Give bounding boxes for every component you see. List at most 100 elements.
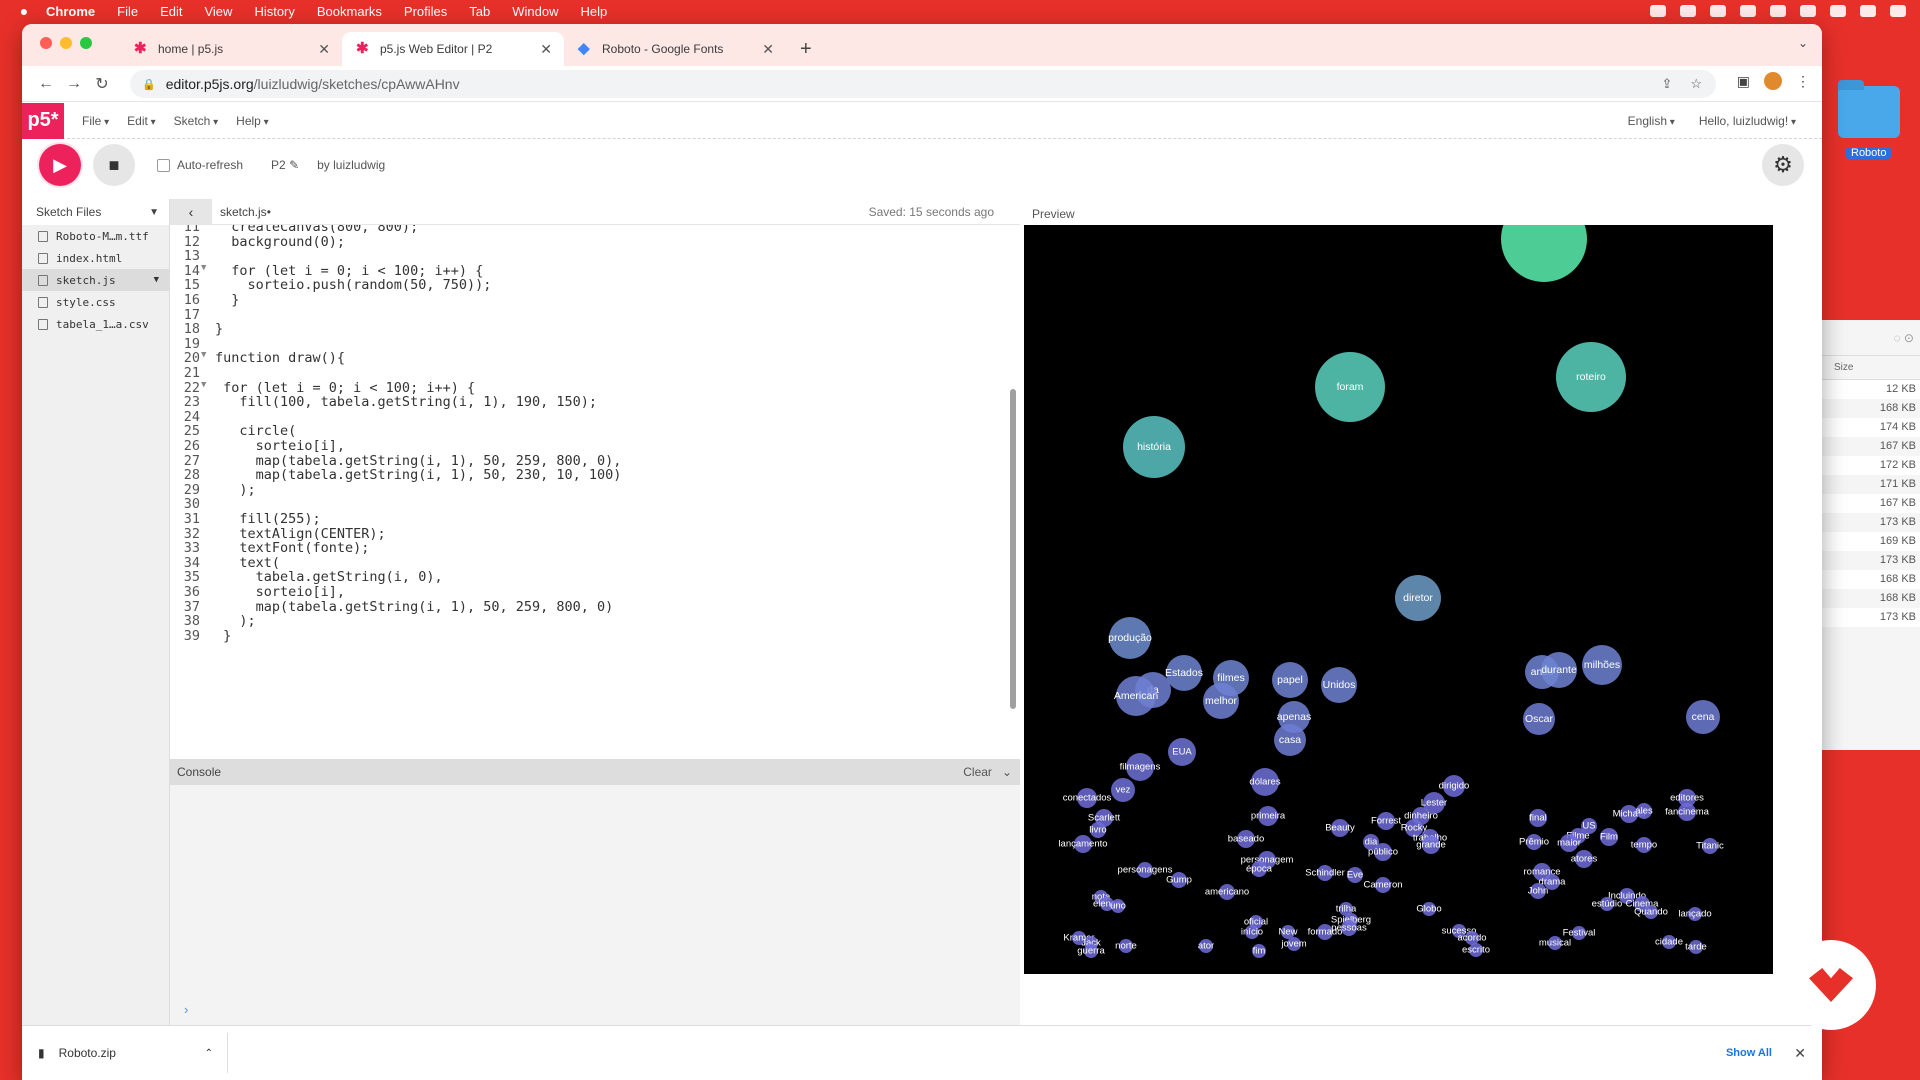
editor-scrollbar[interactable] (1010, 389, 1016, 709)
code-line[interactable]: text( (215, 555, 280, 571)
bookmark-star-icon[interactable]: ☆ (1690, 76, 1702, 92)
file-options-icon[interactable]: ▼ (154, 275, 159, 285)
code-line[interactable]: map(tabela.getString(i, 1), 50, 259, 800… (215, 453, 622, 469)
pencil-icon[interactable]: ✎ (289, 158, 299, 172)
sketch-name[interactable]: P2 ✎ (271, 158, 299, 172)
zoom-window-button[interactable] (80, 37, 92, 49)
close-window-button[interactable] (40, 37, 52, 49)
fold-arrow-icon[interactable]: ▼ (201, 263, 206, 273)
menu-edit[interactable]: Edit (127, 114, 156, 128)
tab-search-chevron-icon[interactable]: ⌄ (1798, 36, 1808, 50)
code-line[interactable]: ); (215, 613, 255, 629)
control-center-icon[interactable] (1890, 5, 1906, 17)
code-line[interactable]: circle( (215, 423, 296, 439)
menubar-item-history[interactable]: History (254, 4, 294, 19)
desktop-folder-label[interactable]: Roboto (1846, 147, 1892, 159)
file-item-font[interactable]: Roboto-M…m.ttf (22, 225, 169, 247)
file-item-index[interactable]: index.html (22, 247, 169, 269)
status-icon[interactable] (1740, 5, 1756, 17)
chevron-down-icon[interactable]: ⌄ (1002, 765, 1012, 779)
code-line[interactable]: sorteio[i], (215, 438, 345, 454)
size-column-header[interactable]: Size (1822, 356, 1920, 380)
menu-help[interactable]: Help (236, 114, 269, 128)
console-clear-button[interactable]: Clear (963, 765, 992, 779)
p5-logo[interactable]: p5* (22, 102, 64, 139)
close-tab-icon[interactable]: ✕ (318, 41, 330, 58)
apple-menu-icon[interactable]: ● (14, 3, 34, 19)
status-icon[interactable] (1710, 5, 1726, 17)
chevron-up-icon[interactable]: ⌃ (205, 1048, 213, 1059)
fold-arrow-icon[interactable]: ▼ (201, 380, 206, 390)
code-line[interactable]: } (215, 628, 231, 644)
close-tab-icon[interactable]: ✕ (540, 41, 552, 58)
code-line[interactable]: map(tabela.getString(i, 1), 50, 259, 800… (215, 599, 614, 615)
side-panel-icon[interactable]: ▣ (1737, 73, 1750, 90)
file-item-csv[interactable]: tabela_1…a.csv (22, 313, 169, 335)
back-icon[interactable]: ← (32, 75, 60, 93)
wifi-icon[interactable] (1830, 5, 1846, 17)
menubar-item-bookmarks[interactable]: Bookmarks (317, 4, 382, 19)
code-line[interactable]: } (215, 292, 239, 308)
menu-sketch[interactable]: Sketch (174, 114, 219, 128)
stop-button[interactable]: ■ (93, 144, 135, 186)
menubar-item-profiles[interactable]: Profiles (404, 4, 447, 19)
file-item-sketch[interactable]: sketch.js ▼ (22, 269, 169, 291)
tab-google-fonts[interactable]: ◆ Roboto - Google Fonts ✕ (564, 32, 786, 66)
code-line[interactable]: fill(100, tabela.getString(i, 1), 190, 1… (215, 394, 597, 410)
profile-avatar[interactable] (1764, 72, 1782, 90)
minimize-window-button[interactable] (60, 37, 72, 49)
download-item[interactable]: ▮ Roboto.zip ⌃ (38, 1033, 228, 1073)
code-line[interactable]: textFont(fonte); (215, 540, 369, 556)
fold-arrow-icon[interactable]: ▼ (201, 350, 206, 360)
address-bar[interactable]: 🔒 editor.p5js.org/luizludwig/sketches/cp… (130, 70, 1716, 98)
close-tab-icon[interactable]: ✕ (762, 41, 774, 58)
code-line[interactable]: sorteio.push(random(50, 750)); (215, 277, 492, 293)
preview-canvas[interactable]: foram roteiro história diretor produção Estad… (1024, 225, 1773, 974)
autorefresh-checkbox[interactable] (157, 158, 170, 172)
code-line[interactable]: for (let i = 0; i < 100; i++) { (215, 380, 475, 396)
code-line[interactable]: for (let i = 0; i < 100; i++) { (215, 263, 483, 279)
code-line[interactable]: sorteio[i], (215, 584, 345, 600)
collapse-sidebar-button[interactable]: ‹ (170, 198, 212, 225)
close-download-bar-icon[interactable]: ✕ (1794, 1045, 1806, 1062)
status-icon[interactable] (1680, 5, 1696, 17)
user-menu[interactable]: Hello, luizludwig! (1699, 114, 1796, 128)
status-icon[interactable] (1770, 5, 1786, 17)
code-line[interactable]: function draw(){ (215, 350, 345, 366)
chevron-down-icon[interactable]: ▼ (149, 207, 159, 218)
kebab-menu-icon[interactable]: ⋮ (1796, 73, 1810, 90)
menubar-item-window[interactable]: Window (512, 4, 558, 19)
code-line[interactable]: fill(255); (215, 511, 320, 527)
menubar-item-chrome[interactable]: Chrome (46, 4, 95, 19)
settings-button[interactable]: ⚙ (1762, 144, 1804, 186)
folder-icon[interactable] (1838, 80, 1900, 138)
menu-file[interactable]: File (82, 114, 109, 128)
menubar-item-file[interactable]: File (117, 4, 138, 19)
code-line[interactable]: ); (215, 482, 255, 498)
play-button[interactable]: ▶ (39, 144, 81, 186)
reload-icon[interactable]: ↻ (88, 74, 116, 94)
code-line[interactable]: tabela.getString(i, 0), (215, 569, 443, 585)
menubar-item-tab[interactable]: Tab (469, 4, 490, 19)
menubar-item-help[interactable]: Help (581, 4, 608, 19)
new-tab-button[interactable]: + (800, 32, 812, 66)
search-icon[interactable] (1860, 5, 1876, 17)
lock-icon[interactable]: 🔒 (142, 78, 156, 91)
code-line[interactable]: } (215, 321, 223, 337)
share-icon[interactable]: ⇪ (1661, 76, 1672, 92)
code-line[interactable]: textAlign(CENTER); (215, 526, 385, 542)
tab-p5-editor[interactable]: ✱ p5.js Web Editor | P2 ✕ (342, 32, 564, 66)
menubar-item-view[interactable]: View (204, 4, 232, 19)
status-icon[interactable] (1650, 5, 1666, 17)
moon-icon[interactable] (1800, 5, 1816, 17)
code-line[interactable]: background(0); (215, 234, 345, 250)
console-prompt[interactable]: › (184, 1002, 188, 1017)
file-item-style[interactable]: style.css (22, 291, 169, 313)
code-line[interactable]: map(tabela.getString(i, 1), 50, 230, 10,… (215, 467, 622, 483)
forward-icon[interactable]: → (60, 75, 88, 93)
code-editor[interactable]: 11 createCanvas(800, 800); 12 background(… (170, 225, 1020, 759)
show-all-button[interactable]: Show All (1726, 1047, 1772, 1059)
language-menu[interactable]: English (1628, 114, 1675, 128)
tab-home-p5js[interactable]: ✱ home | p5.js ✕ (120, 32, 342, 66)
menubar-item-edit[interactable]: Edit (160, 4, 182, 19)
